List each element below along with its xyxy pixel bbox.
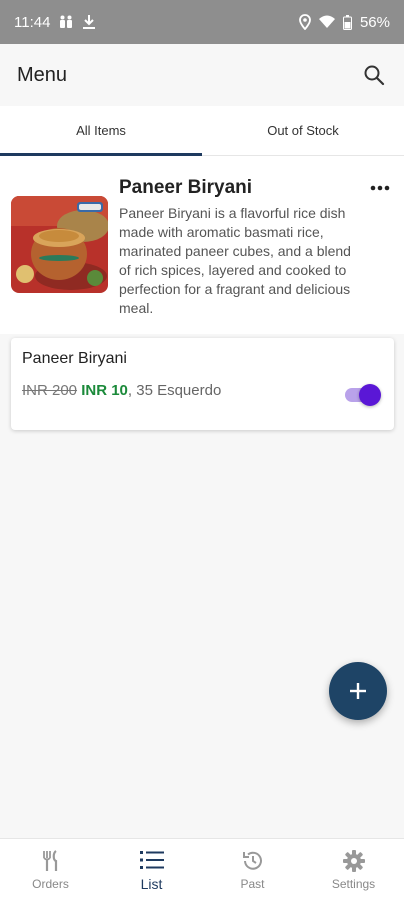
plus-icon	[350, 683, 366, 699]
page-title: Menu	[17, 63, 68, 86]
product-image[interactable]	[11, 196, 108, 293]
tab-all-items[interactable]: All Items	[0, 106, 202, 156]
old-price: INR 200	[22, 382, 78, 399]
status-bar: 11:44 56%	[0, 0, 404, 44]
variant-extra: , 35 Esquerdo	[127, 382, 222, 399]
status-right: 56%	[299, 14, 390, 31]
more-vertical-icon	[370, 185, 390, 191]
gear-icon	[342, 849, 365, 873]
nav-label: Settings	[331, 876, 376, 891]
toggle-thumb	[359, 384, 381, 406]
add-item-button[interactable]	[329, 662, 387, 720]
tab-label: Out of Stock	[267, 123, 339, 138]
app-bar: Menu	[0, 44, 404, 106]
biryani-image	[11, 196, 108, 293]
product-name: Paneer Biryani	[119, 177, 253, 198]
product-description: Paneer Biryani is a flavorful rice dish …	[119, 205, 351, 316]
notification-icon	[58, 14, 74, 30]
status-left: 11:44	[14, 14, 96, 31]
nav-list[interactable]: List	[101, 839, 202, 900]
stock-toggle[interactable]	[345, 384, 381, 406]
search-button[interactable]	[360, 61, 388, 89]
history-icon	[241, 849, 265, 873]
list-icon	[139, 848, 164, 872]
download-icon	[82, 14, 96, 30]
tab-out-of-stock[interactable]: Out of Stock	[202, 106, 404, 155]
wifi-icon	[318, 15, 335, 29]
nav-past[interactable]: Past	[202, 839, 303, 900]
battery-level: 56%	[359, 13, 390, 31]
bottom-nav: Orders List Past Settings	[0, 838, 404, 900]
nav-orders[interactable]: Orders	[0, 839, 101, 900]
new-price: INR 10	[81, 382, 128, 399]
tab-bar: All Items Out of Stock	[0, 106, 404, 156]
search-icon	[364, 65, 385, 86]
tab-label: All Items	[76, 123, 126, 138]
more-options-button[interactable]	[366, 178, 394, 198]
variant-name: Paneer Biryani	[22, 350, 127, 367]
nav-label: List	[140, 875, 163, 892]
location-icon	[299, 14, 311, 30]
fork-knife-icon	[41, 849, 61, 873]
product-section: Paneer Biryani Paneer Biryani is a flavo…	[0, 156, 404, 334]
nav-settings[interactable]: Settings	[303, 839, 404, 900]
battery-icon	[342, 14, 352, 30]
nav-label: Past	[240, 876, 265, 891]
status-time: 11:44	[14, 13, 51, 31]
nav-label: Orders	[32, 876, 69, 891]
variant-price: INR 200 INR 10, 35 Esquerdo	[22, 382, 221, 399]
variant-card[interactable]: Paneer Biryani INR 200 INR 10, 35 Esquer…	[11, 338, 394, 430]
